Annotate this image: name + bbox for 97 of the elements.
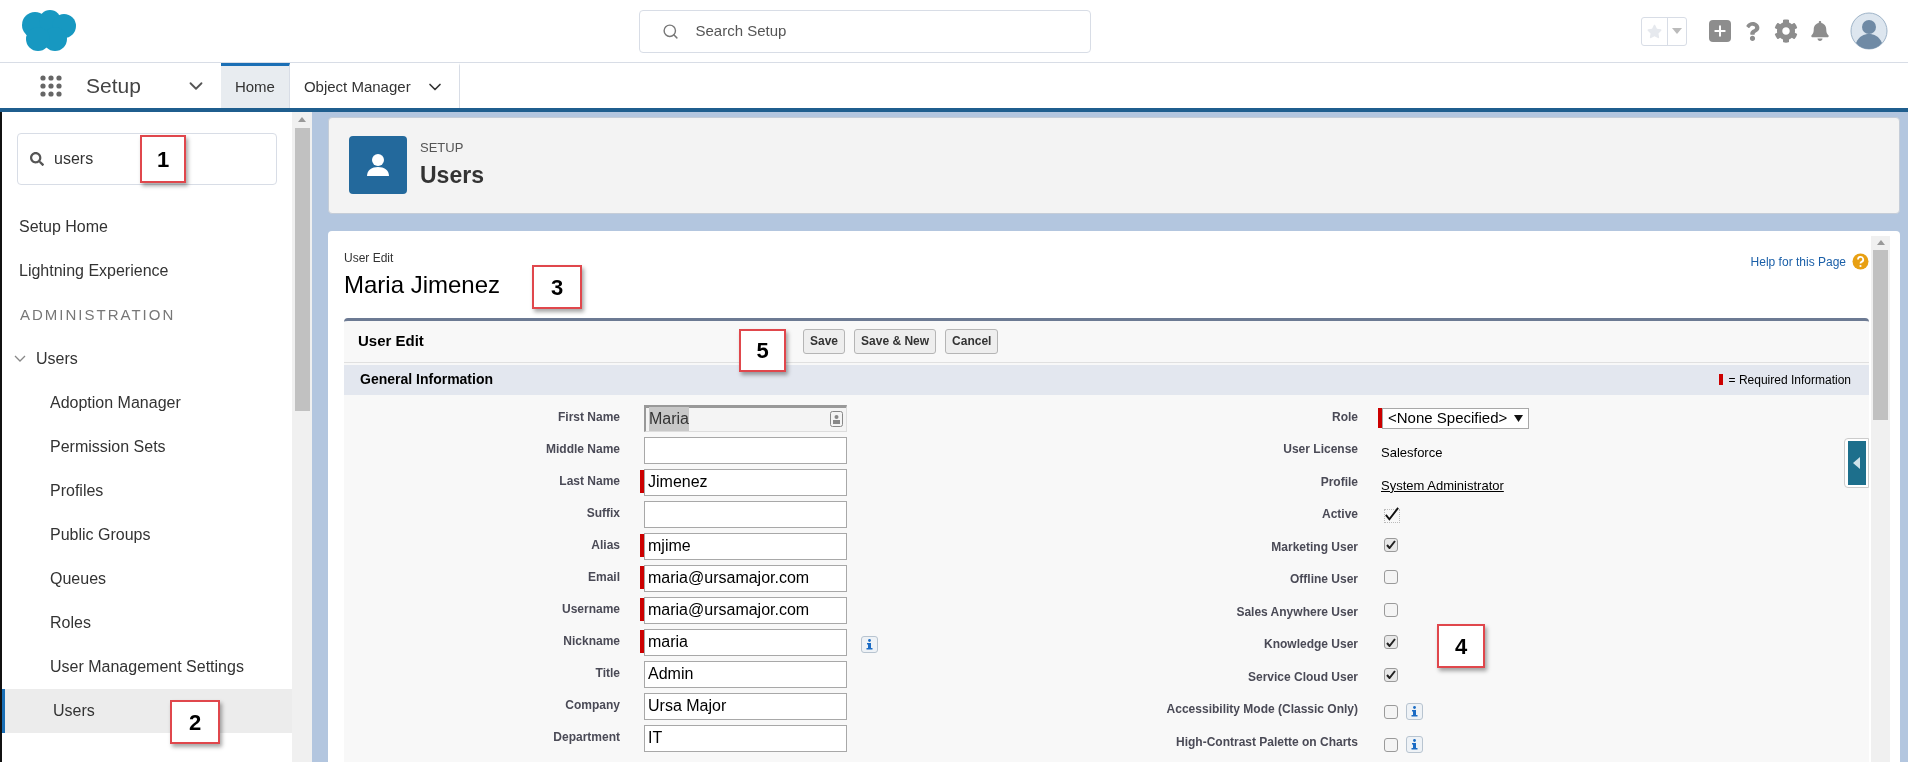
callout-tooltip: 4 xyxy=(1437,624,1485,668)
sidebar-item[interactable]: User Management Settings xyxy=(2,645,292,689)
input-field[interactable]: Jimenez xyxy=(644,468,847,496)
sidebar-item[interactable]: Profiles xyxy=(2,469,292,513)
field-label: Suffix xyxy=(585,504,620,522)
scrollbar[interactable] xyxy=(1871,235,1890,762)
input-field[interactable]: maria@ursamajor.com xyxy=(644,564,847,592)
star-icon xyxy=(1647,23,1662,39)
page-title: Users xyxy=(420,160,484,190)
form-button[interactable]: Cancel xyxy=(945,328,999,354)
input-field[interactable] xyxy=(644,500,847,528)
user-icon xyxy=(349,136,407,195)
field-label: User License xyxy=(1282,441,1359,458)
block-title: User Edit xyxy=(358,332,424,349)
field-label: Profile xyxy=(1319,473,1359,491)
help-icon[interactable] xyxy=(1743,21,1762,41)
checkbox[interactable] xyxy=(1384,537,1398,552)
field-label: Active xyxy=(1320,506,1359,523)
plus-icon xyxy=(1712,23,1728,39)
sidebar-item[interactable]: Adoption Manager xyxy=(2,381,292,425)
sidebar-item[interactable]: Permission Sets xyxy=(2,425,292,469)
sidebar-item[interactable]: Lightning Experience xyxy=(2,249,292,293)
profile-link[interactable]: System Administrator xyxy=(1378,477,1504,493)
form-button[interactable]: Save & New xyxy=(854,328,937,354)
app-name: Setup xyxy=(86,72,141,99)
info-icon[interactable] xyxy=(861,635,878,653)
field-label: Department xyxy=(552,728,620,746)
checkbox[interactable] xyxy=(1384,737,1398,752)
section-heading: ADMINISTRATION xyxy=(19,304,177,325)
checkbox[interactable] xyxy=(1384,570,1398,584)
callout-tooltip: 3 xyxy=(532,265,582,309)
callout-tooltip: 5 xyxy=(739,329,786,372)
field-label: Username xyxy=(560,600,620,618)
callout-tooltip: 2 xyxy=(170,700,220,744)
nav-tab[interactable]: Home xyxy=(220,63,290,108)
field-label: Email xyxy=(587,568,620,586)
checkbox[interactable] xyxy=(1384,602,1398,617)
field-label: Middle Name xyxy=(545,440,620,458)
sidebar-group[interactable]: Users xyxy=(2,337,292,381)
callout-tooltip: 1 xyxy=(140,135,186,183)
scrollbar[interactable] xyxy=(292,112,312,762)
field-label: Accessibility Mode (Classic Only) xyxy=(1165,701,1359,718)
search-icon xyxy=(30,152,44,166)
input-field[interactable]: IT xyxy=(644,724,847,752)
input-field[interactable]: mjime xyxy=(644,532,847,560)
section-header: General Information = Required Information xyxy=(344,364,1869,395)
chevron-icon xyxy=(14,355,26,363)
record-title: Maria Jimenez xyxy=(344,269,501,300)
field-label: Sales Anywhere User xyxy=(1235,603,1359,621)
field-label: Marketing User xyxy=(1270,538,1359,556)
input-field[interactable] xyxy=(644,436,847,464)
field-value: Salesforce xyxy=(1380,445,1443,460)
search-icon xyxy=(661,22,679,40)
notifications-icon[interactable] xyxy=(1810,21,1830,41)
settings-icon[interactable] xyxy=(1774,19,1798,43)
input-field[interactable]: Maria xyxy=(644,404,847,432)
avatar-icon[interactable] xyxy=(1850,12,1888,50)
page-eyebrow: SETUP xyxy=(420,139,465,158)
caret-icon xyxy=(1853,456,1860,469)
field-label: Offline User xyxy=(1289,571,1359,588)
checkbox[interactable] xyxy=(1384,705,1398,719)
field-label: Last Name xyxy=(558,472,620,490)
help-icon[interactable] xyxy=(1852,253,1869,270)
caret-icon xyxy=(1514,414,1524,422)
info-icon[interactable] xyxy=(1406,735,1423,753)
field-label: Company xyxy=(564,696,620,714)
field-label: First Name xyxy=(556,408,620,426)
select-field[interactable]: <None Specified> xyxy=(1382,407,1530,429)
side-panel-handle[interactable] xyxy=(1844,437,1869,488)
input-field[interactable]: Ursa Major xyxy=(644,692,847,720)
field-label: Knowledge User xyxy=(1262,636,1359,653)
sidebar-item[interactable]: Queues xyxy=(2,557,292,601)
contact-card-icon xyxy=(830,411,843,427)
form-button[interactable]: Save xyxy=(803,328,846,354)
sidebar-item[interactable]: Public Groups xyxy=(2,513,292,557)
input-field[interactable]: maria@ursamajor.com xyxy=(644,596,847,624)
sidebar-item[interactable]: Setup Home xyxy=(2,205,292,249)
required-marker xyxy=(1718,374,1723,385)
input-field[interactable]: maria xyxy=(644,628,847,656)
search-field[interactable]: Search Setup xyxy=(638,9,1091,53)
input-field[interactable]: Admin xyxy=(644,660,847,688)
add-button[interactable] xyxy=(1709,20,1731,42)
checkbox[interactable] xyxy=(1384,509,1400,523)
checkbox[interactable] xyxy=(1384,635,1398,649)
field-label: Title xyxy=(594,664,620,682)
help-link[interactable]: Help for this Page xyxy=(1750,252,1846,271)
legend-text: = Required Information xyxy=(1728,371,1851,389)
field-label: Role xyxy=(1331,408,1359,426)
field-label: Service Cloud User xyxy=(1246,668,1359,686)
field-label: Nickname xyxy=(562,632,620,650)
app-launcher-icon[interactable] xyxy=(40,74,62,97)
field-label: High-Contrast Palette on Charts xyxy=(1175,733,1359,751)
sidebar-item[interactable]: Roles xyxy=(2,601,292,645)
checkbox[interactable] xyxy=(1384,667,1398,682)
record-eyebrow: User Edit xyxy=(344,249,395,267)
field-label: Alias xyxy=(590,536,620,554)
info-icon[interactable] xyxy=(1406,703,1423,720)
